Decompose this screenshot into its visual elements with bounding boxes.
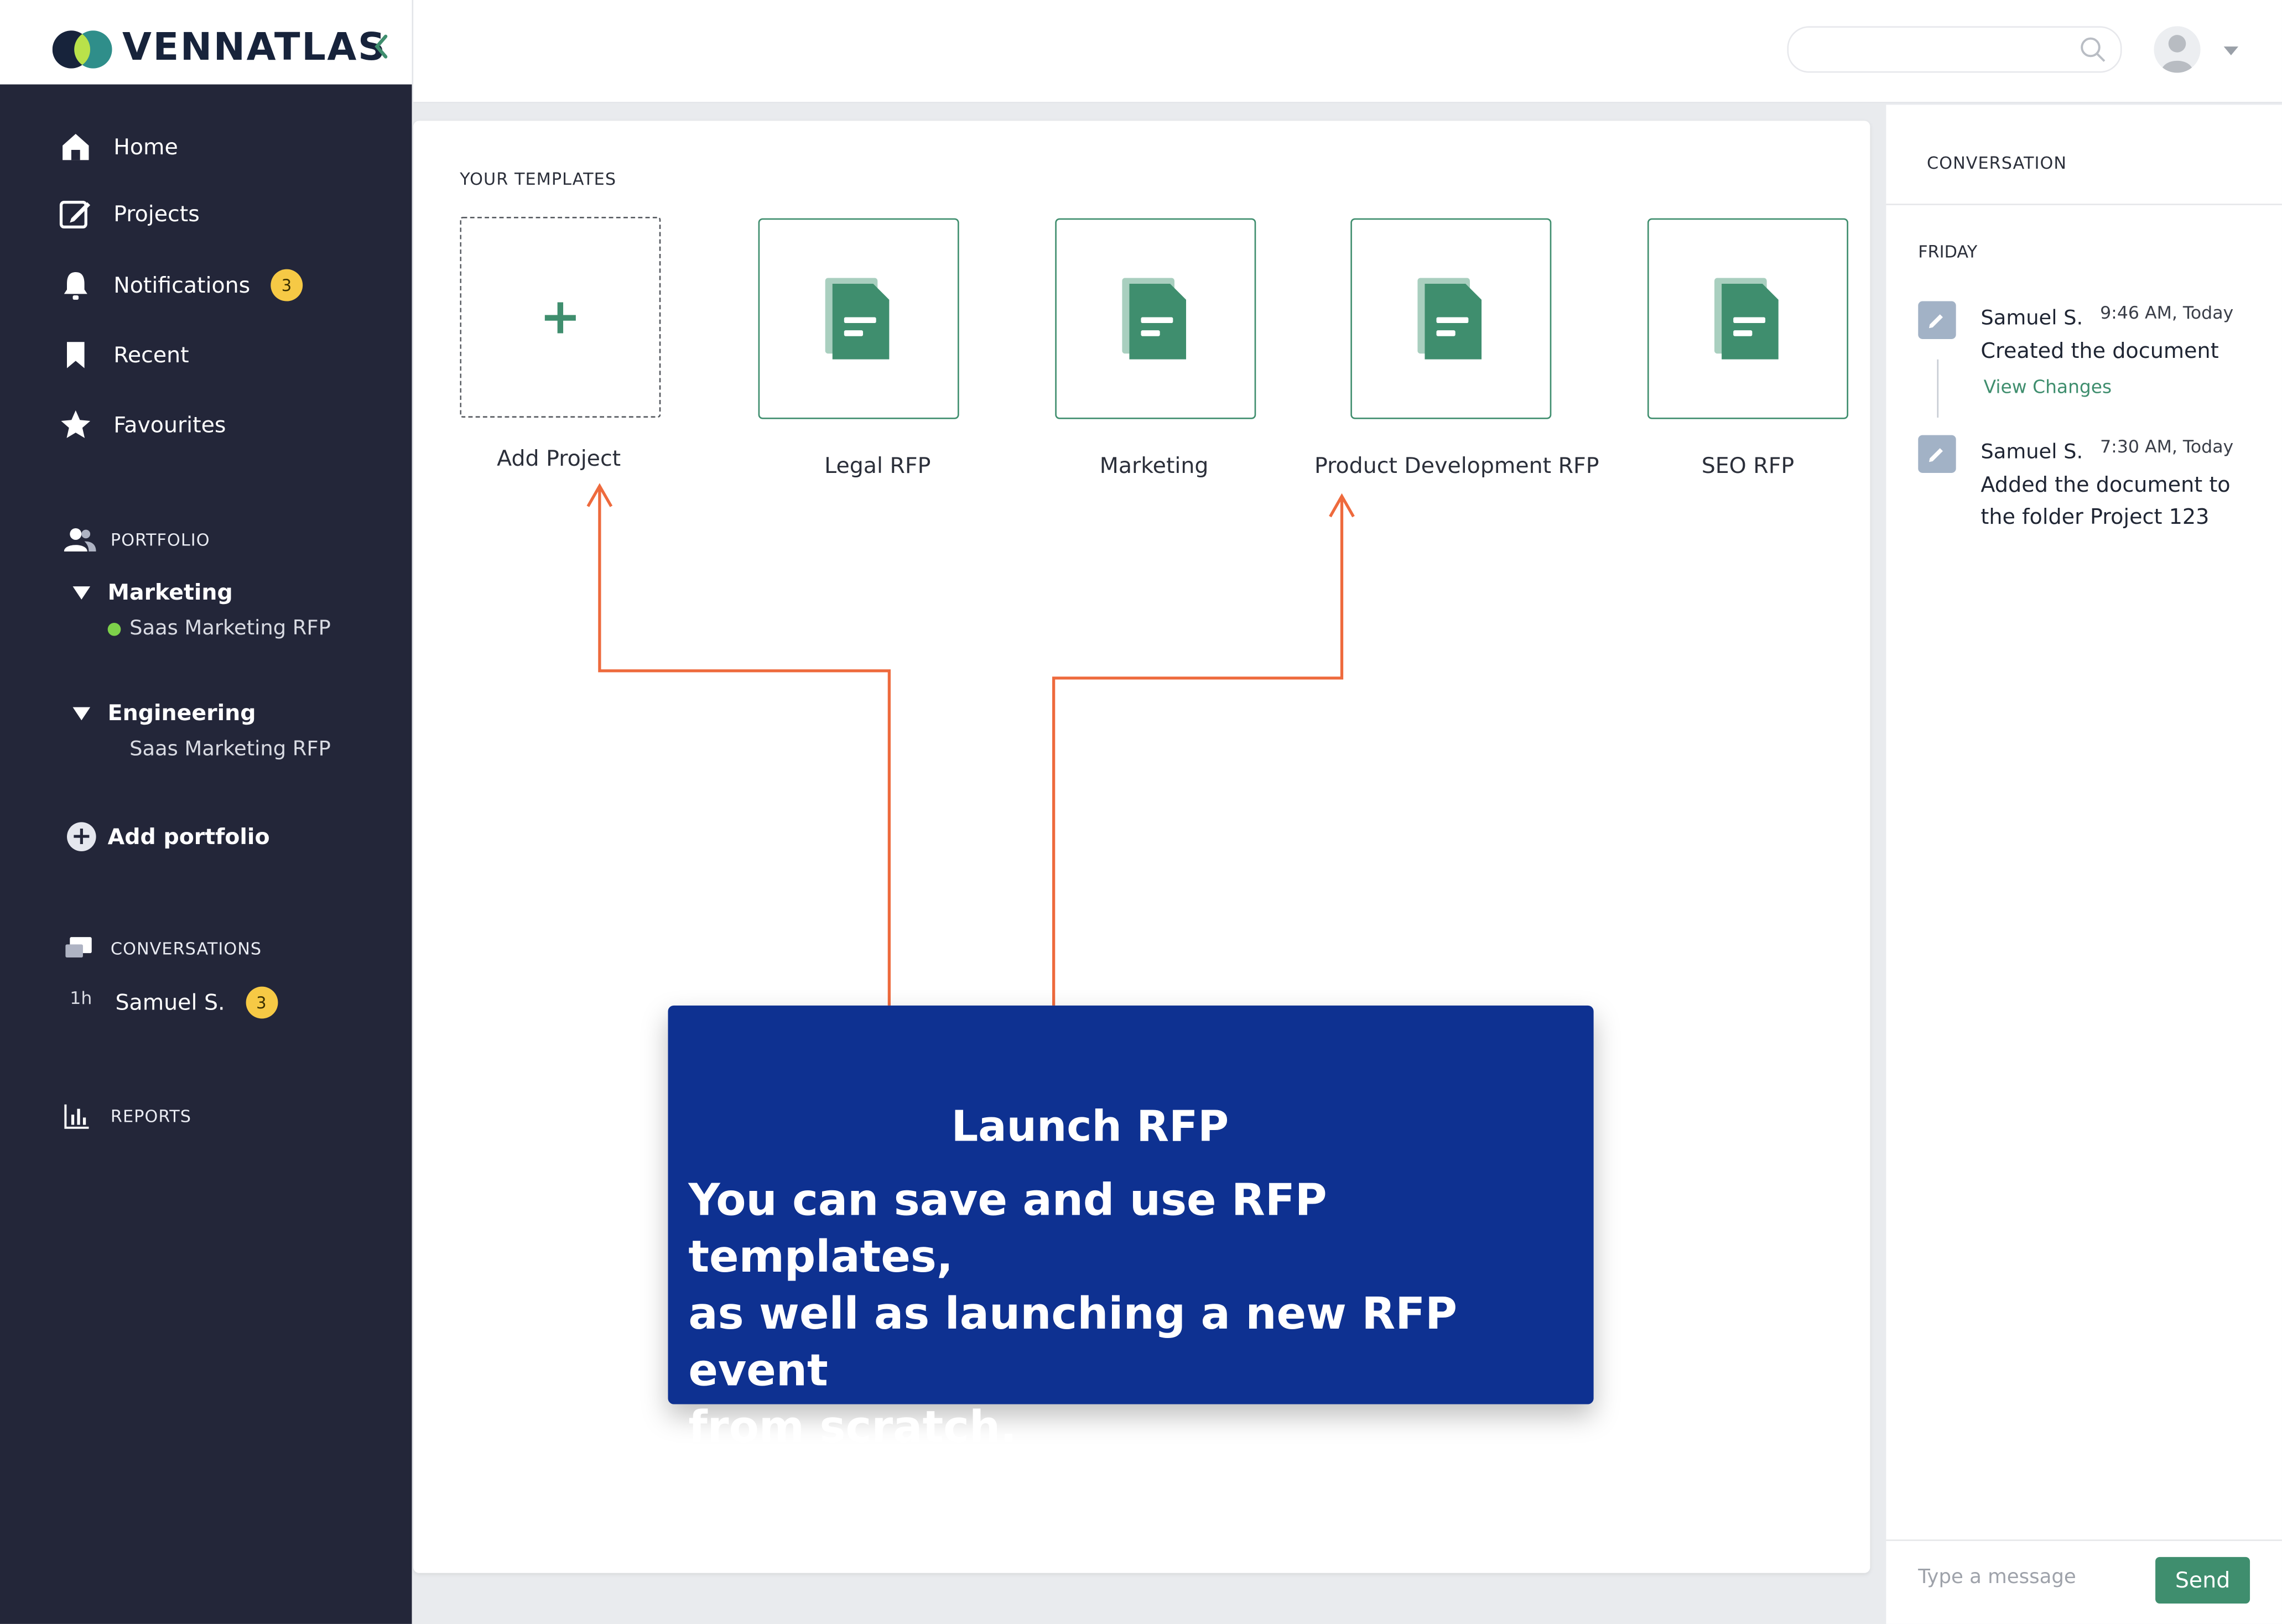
nav-projects-label: Projects: [113, 201, 200, 227]
add-project-label[interactable]: Add Project: [384, 445, 734, 471]
chevron-down-icon[interactable]: [2223, 46, 2239, 55]
template-tile-product-development-rfp[interactable]: [1350, 218, 1552, 419]
bar-chart-icon: [64, 1101, 96, 1131]
home-icon: [58, 129, 93, 164]
divider: [1886, 1539, 2282, 1541]
document-icon: [1714, 278, 1779, 360]
portfolio-item[interactable]: Saas Marketing RFP: [107, 617, 331, 641]
conversation-panel: CONVERSATION FRIDAY Samuel S. 9:46 AM, T…: [1886, 105, 2282, 1624]
message-author: Samuel S.: [1980, 441, 2083, 465]
portfolio-group-marketing[interactable]: Marketing: [72, 579, 233, 606]
nav-favourites-label: Favourites: [113, 412, 226, 438]
pencil-icon: [1918, 435, 1956, 473]
star-icon: [58, 408, 93, 443]
template-label[interactable]: SEO RFP: [1573, 452, 1922, 478]
document-icon: [1122, 278, 1187, 360]
day-label: FRIDAY: [1918, 241, 1978, 262]
logo-bar: VENNATLAS: [0, 0, 414, 85]
nav-notifications-label: Notifications: [113, 272, 251, 299]
reports-header[interactable]: REPORTS: [64, 1101, 191, 1131]
callout-body: You can save and use RFP templates, as w…: [688, 1175, 1457, 1454]
template-tile-marketing[interactable]: [1055, 218, 1256, 419]
portfolio-item-label: Saas Marketing RFP: [129, 617, 331, 641]
portfolio-header: PORTFOLIO: [64, 525, 210, 555]
sidebar: VENNATLAS Home Projects Notifications 3: [0, 0, 414, 1624]
search-icon[interactable]: [2080, 37, 2106, 63]
portfolio-item-label: Saas Marketing RFP: [129, 737, 331, 761]
template-tile-legal-rfp[interactable]: [758, 218, 959, 419]
portfolio-header-label: PORTFOLIO: [110, 529, 210, 550]
message-text: Added the document to the folder Project…: [1980, 474, 2231, 530]
divider: [1886, 204, 2282, 205]
message-input[interactable]: Type a message: [1918, 1566, 2076, 1589]
send-button[interactable]: Send: [2155, 1557, 2250, 1604]
top-bar: [413, 0, 2282, 103]
bell-icon: [58, 268, 93, 303]
document-icon: [1417, 278, 1482, 360]
avatar[interactable]: [2154, 26, 2201, 73]
portfolio-item[interactable]: Saas Marketing RFP: [129, 738, 331, 761]
people-icon: [64, 525, 96, 555]
brand-name: VENNATLAS: [122, 26, 387, 70]
message-author: Samuel S.: [1980, 307, 2083, 331]
edit-icon: [58, 196, 93, 231]
nav-home-label: Home: [113, 134, 178, 160]
nav-favourites[interactable]: Favourites: [58, 408, 226, 443]
expand-triangle-icon: [72, 706, 91, 720]
collapse-sidebar-icon[interactable]: [370, 29, 393, 64]
add-portfolio-label: Add portfolio: [107, 823, 270, 850]
active-status-dot: [107, 622, 121, 636]
search-input[interactable]: [1787, 26, 2122, 73]
document-icon: [825, 278, 890, 360]
template-tile-seo-rfp[interactable]: [1647, 218, 1848, 419]
add-portfolio-button[interactable]: + Add portfolio: [67, 822, 270, 851]
add-project-tile[interactable]: +: [460, 216, 661, 418]
nav-recent[interactable]: Recent: [58, 337, 189, 372]
template-label[interactable]: Marketing: [979, 452, 1328, 478]
timeline-line: [1937, 359, 1939, 418]
launch-rfp-callout: Launch RFP You can save and use RFP temp…: [668, 1005, 1594, 1454]
conversation-item[interactable]: 1h Samuel S. 3: [70, 986, 278, 1019]
view-changes-link[interactable]: View Changes: [1984, 376, 2112, 397]
logo-icon: [52, 30, 112, 69]
pencil-icon: [1918, 301, 1956, 339]
portfolio-group-label: Engineering: [107, 700, 256, 726]
callout-title: Launch RFP: [951, 1101, 1229, 1151]
portfolio-group-engineering[interactable]: Engineering: [72, 700, 256, 726]
chat-icon: [64, 934, 96, 964]
reports-header-label: REPORTS: [110, 1106, 192, 1127]
conversation-name: Samuel S.: [115, 989, 225, 1016]
message-text: Created the document: [1980, 340, 2219, 364]
message-time: 9:46 AM, Today: [2100, 303, 2234, 324]
bookmark-icon: [58, 337, 93, 372]
conversation-badge: 3: [245, 986, 278, 1019]
plus-icon: +: [539, 288, 581, 347]
conversation-header: CONVERSATION: [1927, 153, 2067, 174]
templates-title: YOUR TEMPLATES: [460, 169, 617, 189]
portfolio-group-label: Marketing: [107, 579, 233, 606]
expand-triangle-icon: [72, 585, 91, 599]
message-time: 7:30 AM, Today: [2100, 436, 2234, 457]
nav-projects[interactable]: Projects: [58, 196, 200, 231]
notifications-badge: 3: [271, 269, 303, 301]
conversation-age: 1h: [70, 988, 92, 1009]
plus-circle-icon: +: [67, 822, 96, 851]
nav-notifications[interactable]: Notifications 3: [58, 268, 303, 303]
conversations-header-label: CONVERSATIONS: [110, 938, 262, 959]
nav-recent-label: Recent: [113, 342, 189, 368]
nav-home[interactable]: Home: [58, 129, 178, 164]
conversations-header: CONVERSATIONS: [64, 934, 262, 964]
